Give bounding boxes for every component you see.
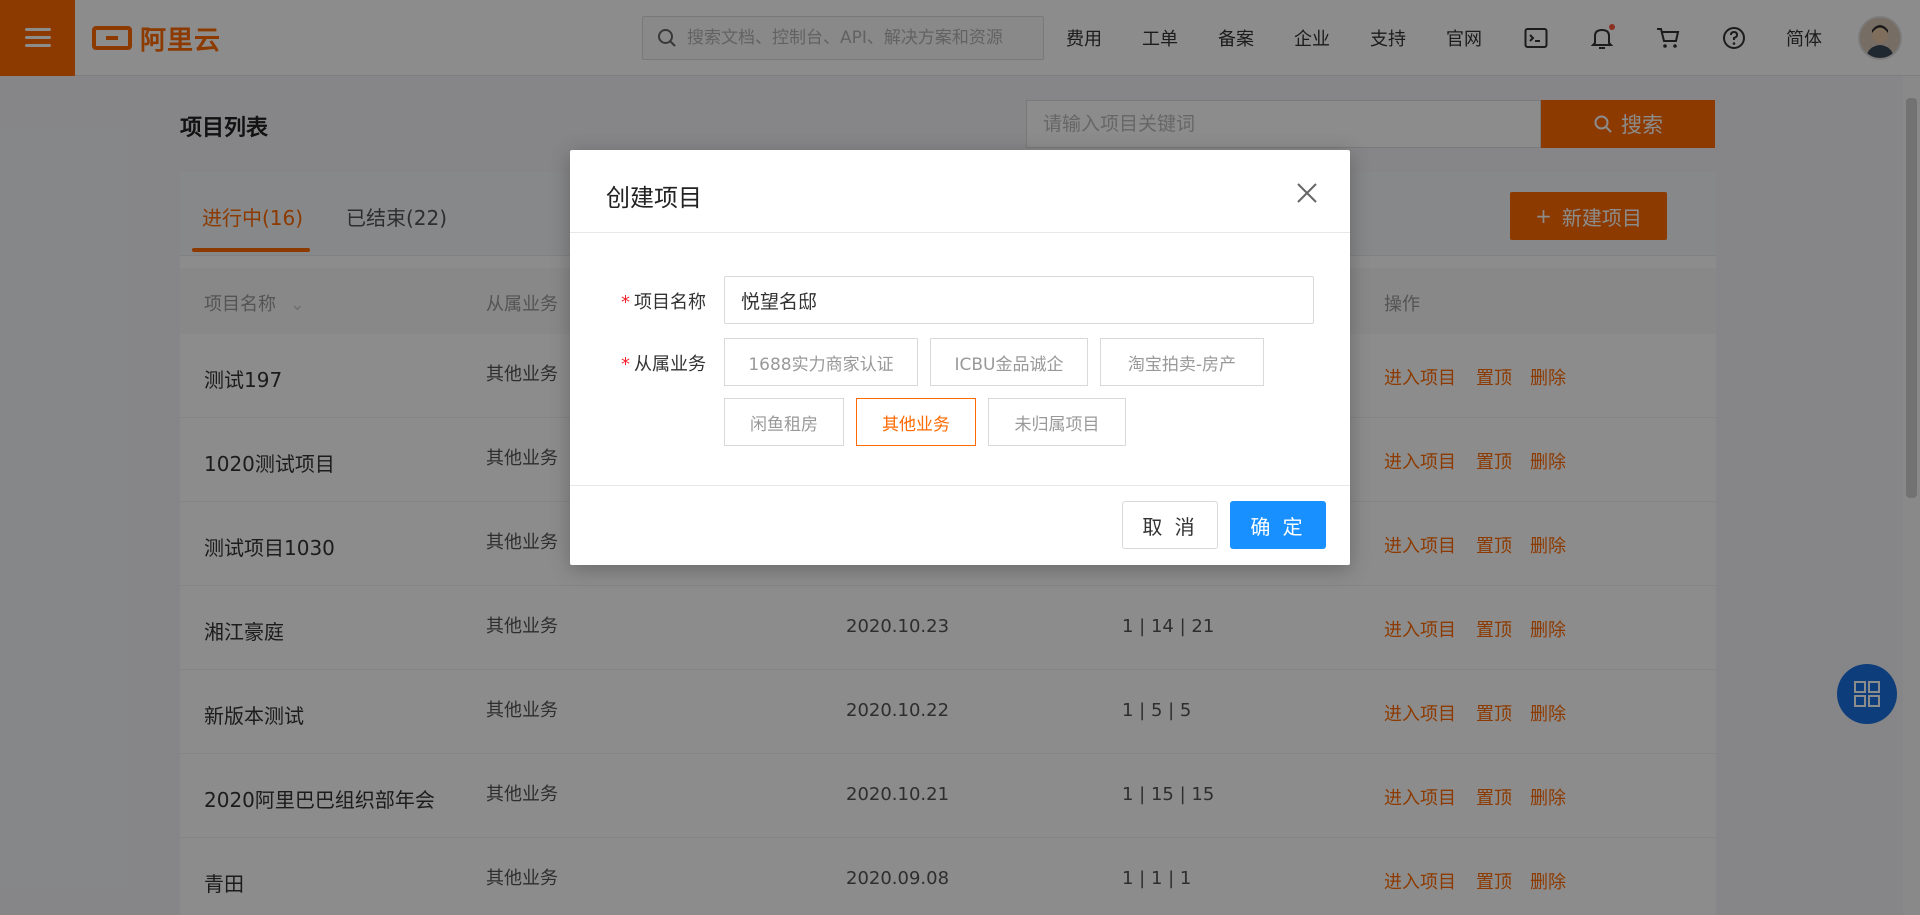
required-mark: * — [621, 354, 630, 375]
biz-option-taobao-auction[interactable]: 淘宝拍卖-房产 — [1100, 338, 1264, 386]
business-label: * 从属业务 — [621, 354, 706, 375]
dialog-title: 创建项目 — [606, 184, 702, 212]
create-project-dialog: 创建项目 *项目名称 *从属业务 1688实力商家认证 ICBU金品诚企 淘宝拍… — [570, 150, 1350, 565]
required-mark: * — [621, 292, 630, 313]
biz-option-1688[interactable]: 1688实力商家认证 — [724, 338, 918, 386]
biz-option-other[interactable]: 其他业务 — [856, 398, 976, 446]
dialog-header-divider — [570, 232, 1350, 233]
cancel-button[interactable]: 取 消 — [1122, 501, 1218, 549]
biz-option-unassigned[interactable]: 未归属项目 — [988, 398, 1126, 446]
dialog-footer-divider — [570, 485, 1350, 486]
project-name-label: * 项目名称 — [621, 292, 706, 313]
biz-option-xianyu[interactable]: 闲鱼租房 — [724, 398, 844, 446]
project-name-input[interactable] — [724, 276, 1314, 324]
biz-option-icbu[interactable]: ICBU金品诚企 — [930, 338, 1088, 386]
close-icon[interactable] — [1294, 180, 1320, 206]
confirm-button[interactable]: 确 定 — [1230, 501, 1326, 549]
